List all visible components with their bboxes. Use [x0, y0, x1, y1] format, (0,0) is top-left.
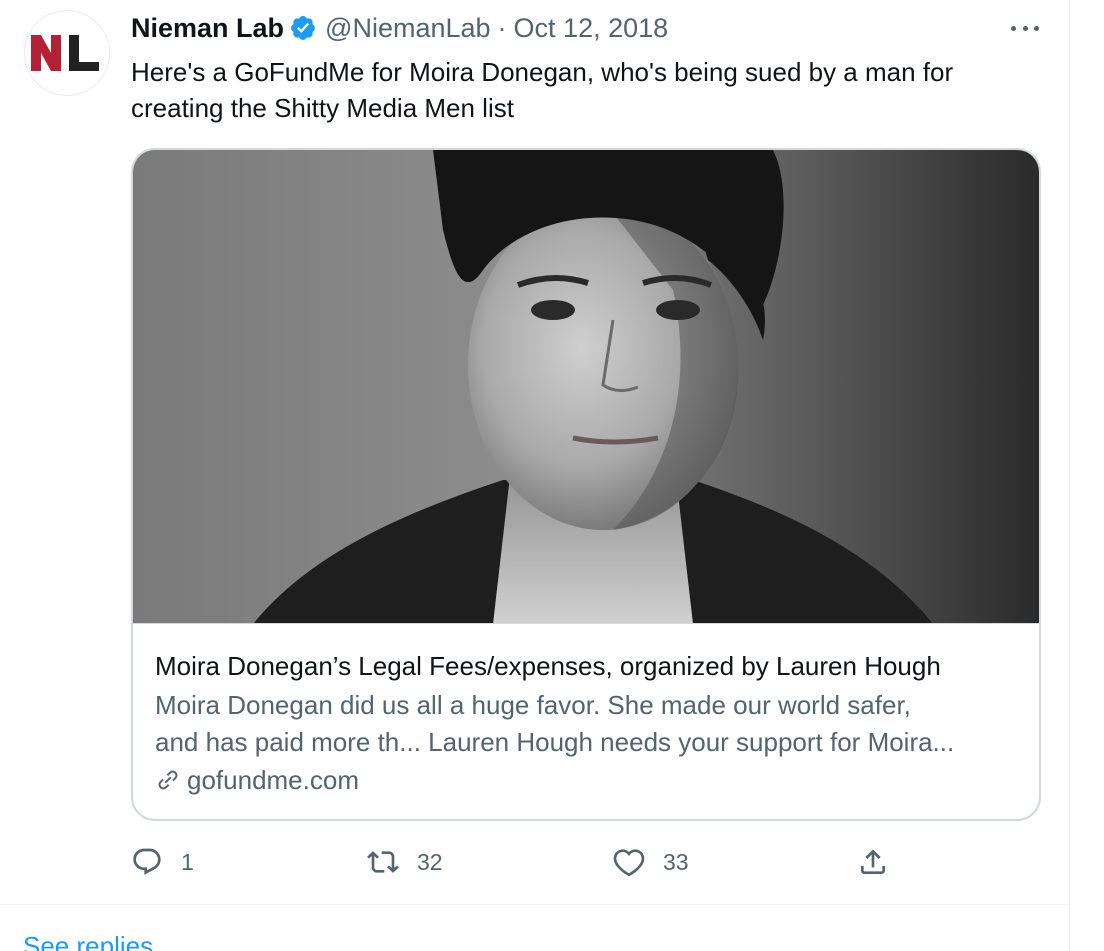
card-title: Moira Donegan’s Legal Fees/expenses, org…	[155, 651, 941, 681]
author-name[interactable]: Nieman Lab	[131, 13, 284, 44]
separator-dot: ·	[497, 12, 507, 43]
card-domain: gofundme.com	[155, 762, 1025, 798]
card-description-line: and has paid more th... Lauren Hough nee…	[155, 727, 955, 757]
share-button[interactable]	[857, 842, 889, 882]
retweet-count: 32	[417, 848, 443, 875]
reply-bubble-icon	[133, 848, 161, 875]
avatar[interactable]	[24, 10, 110, 96]
nieman-lab-logo	[31, 35, 99, 71]
more-horizontal-icon[interactable]	[1008, 14, 1042, 42]
column-divider	[1069, 0, 1070, 951]
reply-button[interactable]: 1	[131, 842, 194, 882]
like-count: 33	[663, 848, 689, 875]
portrait-photo	[133, 150, 1039, 623]
reply-count: 1	[181, 848, 194, 875]
see-replies-link[interactable]: See replies	[23, 931, 153, 951]
card-image[interactable]	[133, 150, 1039, 624]
card-body[interactable]: Moira Donegan’s Legal Fees/expenses, org…	[155, 648, 1025, 798]
like-button[interactable]: 33	[613, 842, 689, 882]
author-handle[interactable]: @NiemanLab	[325, 13, 491, 44]
heart-icon	[613, 849, 645, 877]
link-icon	[158, 770, 178, 790]
card-description: Moira Donegan did us all a huge favor. S…	[155, 687, 1025, 761]
retweet-icon	[367, 851, 399, 873]
link-card[interactable]: Moira Donegan’s Legal Fees/expenses, org…	[131, 148, 1041, 821]
tweet-actions: 1 32 33	[131, 842, 911, 882]
tweet-header: Nieman Lab @NiemanLab · Oct 12, 2018	[131, 10, 668, 46]
verified-badge-icon	[291, 16, 316, 40]
retweet-button[interactable]: 32	[367, 842, 443, 882]
divider	[0, 904, 1069, 905]
card-domain-text: gofundme.com	[187, 765, 359, 795]
tweet-date[interactable]: Oct 12, 2018	[514, 13, 669, 44]
tweet-text: Here's a GoFundMe for Moira Donegan, who…	[131, 57, 954, 123]
share-icon	[861, 849, 885, 874]
card-description-line: Moira Donegan did us all a huge favor. S…	[155, 690, 911, 720]
